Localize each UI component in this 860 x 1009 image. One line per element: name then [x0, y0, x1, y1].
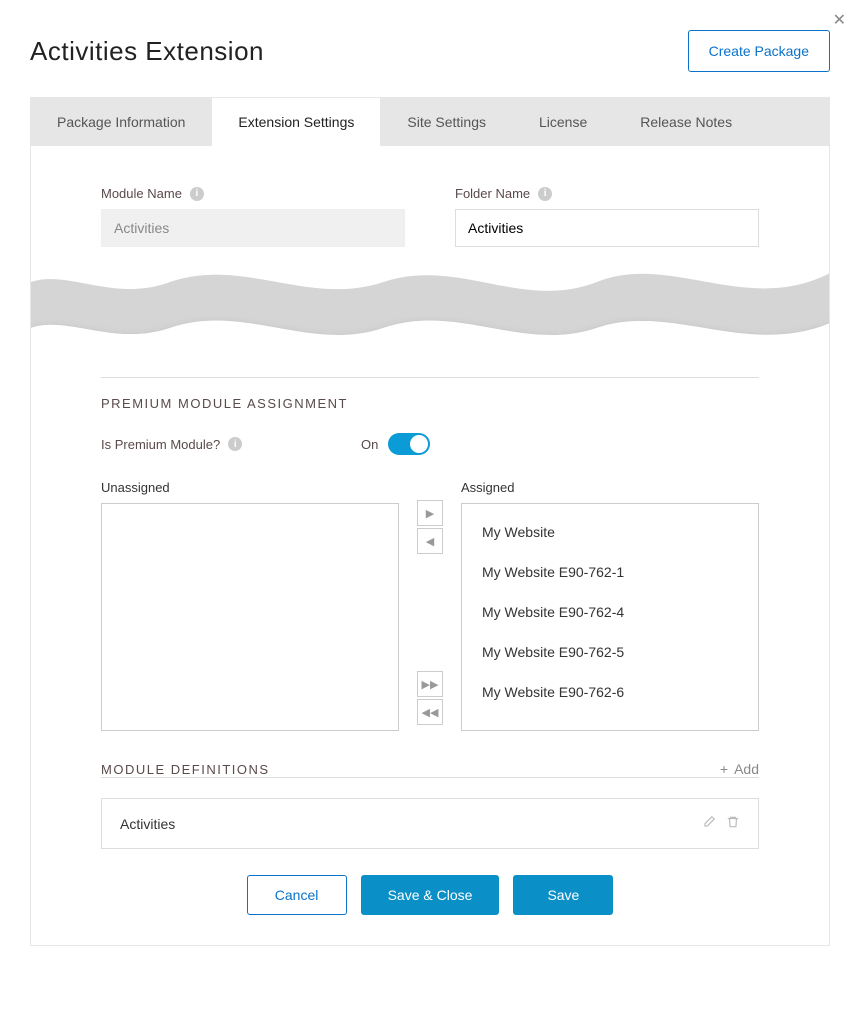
premium-toggle[interactable]: [388, 433, 430, 455]
module-definitions-title: MODULE DEFINITIONS: [101, 762, 270, 777]
definition-name: Activities: [120, 816, 175, 832]
move-right-button[interactable]: ▶: [417, 500, 443, 526]
tab-release-notes[interactable]: Release Notes: [614, 98, 759, 146]
list-item[interactable]: My Website E90-762-4: [462, 592, 758, 632]
list-item[interactable]: My Website E90-762-1: [462, 552, 758, 592]
info-icon[interactable]: i: [190, 187, 204, 201]
move-left-button[interactable]: ◀: [417, 528, 443, 554]
module-name-input: [101, 209, 405, 247]
folder-name-input[interactable]: [455, 209, 759, 247]
tab-license[interactable]: License: [513, 98, 614, 146]
move-all-right-button[interactable]: ▶▶: [417, 671, 443, 697]
torn-separator: [31, 257, 829, 357]
double-chevron-left-icon: ◀◀: [422, 706, 439, 719]
definition-row: Activities: [101, 798, 759, 849]
info-icon[interactable]: i: [228, 437, 242, 451]
info-icon[interactable]: i: [538, 187, 552, 201]
save-button[interactable]: Save: [513, 875, 613, 915]
module-name-label: Module Name: [101, 186, 182, 201]
double-chevron-right-icon: ▶▶: [422, 678, 439, 691]
folder-name-label: Folder Name: [455, 186, 530, 201]
premium-section-title: PREMIUM MODULE ASSIGNMENT: [101, 396, 759, 411]
list-item[interactable]: My Website E90-762-5: [462, 632, 758, 672]
add-definition-button[interactable]: + Add: [720, 761, 759, 777]
chevron-left-icon: ◀: [426, 535, 434, 548]
tabs: Package Information Extension Settings S…: [31, 98, 829, 146]
list-item[interactable]: My Website E90-762-6: [462, 672, 758, 712]
divider: [101, 377, 759, 378]
divider: [101, 777, 759, 778]
toggle-state-label: On: [361, 437, 378, 452]
assigned-listbox[interactable]: My WebsiteMy Website E90-762-1My Website…: [461, 503, 759, 731]
plus-icon: +: [720, 761, 728, 777]
list-item[interactable]: My Website: [462, 512, 758, 552]
add-label: Add: [734, 761, 759, 777]
tab-package-information[interactable]: Package Information: [31, 98, 212, 146]
move-all-left-button[interactable]: ◀◀: [417, 699, 443, 725]
save-close-button[interactable]: Save & Close: [361, 875, 500, 915]
close-icon[interactable]: ✕: [833, 10, 846, 30]
edit-icon[interactable]: [702, 815, 716, 832]
cancel-button[interactable]: Cancel: [247, 875, 347, 915]
chevron-right-icon: ▶: [426, 507, 434, 520]
tab-site-settings[interactable]: Site Settings: [381, 98, 513, 146]
content-panel: Package Information Extension Settings S…: [30, 97, 830, 946]
unassigned-label: Unassigned: [101, 480, 399, 495]
trash-icon[interactable]: [726, 815, 740, 832]
is-premium-label: Is Premium Module?: [101, 437, 220, 452]
assigned-label: Assigned: [461, 480, 759, 495]
unassigned-listbox[interactable]: [101, 503, 399, 731]
page-title: Activities Extension: [30, 36, 264, 67]
create-package-button[interactable]: Create Package: [688, 30, 830, 72]
tab-extension-settings[interactable]: Extension Settings: [212, 98, 381, 146]
